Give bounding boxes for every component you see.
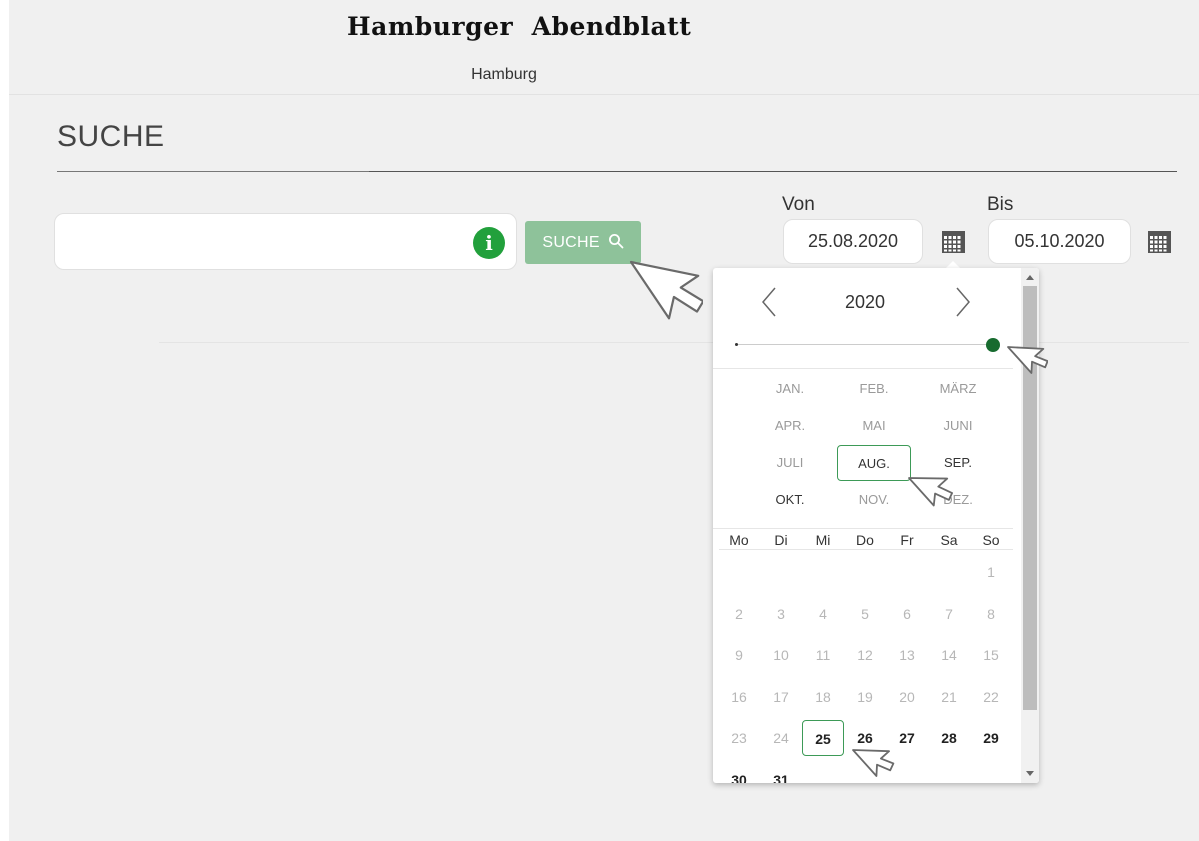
- calendar-day[interactable]: 5: [844, 596, 886, 632]
- weekday-label: Di: [774, 532, 788, 548]
- year-slider-track[interactable]: [737, 344, 993, 345]
- search-input[interactable]: [69, 224, 463, 260]
- pointer-cursor-icon: [852, 749, 895, 777]
- scroll-up-arrow-icon[interactable]: [1026, 275, 1034, 280]
- month-option[interactable]: JUNI: [921, 408, 995, 444]
- edition-city: Hamburg: [471, 66, 537, 83]
- info-icon[interactable]: i: [473, 227, 505, 259]
- weekday-label: Sa: [940, 532, 958, 548]
- month-option[interactable]: NOV.: [837, 482, 911, 518]
- month-option[interactable]: OKT.: [753, 482, 827, 518]
- page-title: SUCHE: [57, 120, 165, 153]
- month-option[interactable]: FEB.: [837, 371, 911, 407]
- calendar-day[interactable]: 12: [844, 637, 886, 673]
- weekday-label: Fr: [900, 532, 914, 548]
- calendar-day[interactable]: 20: [886, 679, 928, 715]
- weekday-label: So: [982, 532, 1000, 548]
- year-slider-start: [735, 343, 738, 346]
- date-from-label: Von: [782, 194, 815, 215]
- calendar-day[interactable]: 21: [928, 679, 970, 715]
- month-option[interactable]: MAI: [837, 408, 911, 444]
- calendar-day[interactable]: 19: [844, 679, 886, 715]
- calendar-day[interactable]: 18: [802, 679, 844, 715]
- picker-divider: [713, 528, 1013, 529]
- month-option[interactable]: APR.: [753, 408, 827, 444]
- calendar-day[interactable]: 25: [802, 720, 844, 756]
- calendar-icon-from[interactable]: [942, 231, 965, 253]
- calendar-day[interactable]: 10: [760, 637, 802, 673]
- pointer-cursor-icon: [629, 260, 703, 320]
- previous-year-chevron-icon[interactable]: [759, 286, 779, 318]
- page: Hamburger Abendblatt Hamburg SUCHE i SUC…: [9, 0, 1199, 841]
- logo-text: Hamburger Abendblatt: [347, 12, 692, 41]
- calendar-icon-to[interactable]: [1148, 231, 1171, 253]
- month-option[interactable]: JULI: [753, 445, 827, 481]
- calendar-day[interactable]: 28: [928, 720, 970, 756]
- calendar-day[interactable]: 22: [970, 679, 1012, 715]
- calendar-day[interactable]: 9: [718, 637, 760, 673]
- calendar-day[interactable]: 14: [928, 637, 970, 673]
- weekday-label: Mi: [815, 532, 831, 548]
- month-option[interactable]: JAN.: [753, 371, 827, 407]
- weekday-label: Mo: [729, 532, 749, 548]
- calendar-day[interactable]: 23: [718, 720, 760, 756]
- header-divider: [9, 94, 1199, 95]
- calendar-day[interactable]: 2: [718, 596, 760, 632]
- calendar-day[interactable]: 7: [928, 596, 970, 632]
- search-box: i: [54, 213, 517, 270]
- weekday-divider: [719, 549, 1013, 550]
- date-picker-popup: 2020 JAN. FEB. MÄRZ APR. MAI JUNI JULI AUG. SEP.…: [713, 268, 1039, 783]
- title-divider: [369, 171, 1177, 172]
- date-to-field[interactable]: 05.10.2020: [988, 219, 1131, 264]
- title-underline: [57, 171, 369, 172]
- scroll-down-arrow-icon[interactable]: [1026, 771, 1034, 776]
- calendar-day[interactable]: 6: [886, 596, 928, 632]
- picker-divider: [713, 368, 1013, 369]
- calendar-day[interactable]: 16: [718, 679, 760, 715]
- year-slider-thumb[interactable]: [986, 338, 1000, 352]
- calendar-day[interactable]: 30: [718, 762, 760, 784]
- pointer-cursor-icon: [908, 477, 953, 507]
- calendar-day[interactable]: 29: [970, 720, 1012, 756]
- calendar-day[interactable]: 4: [802, 596, 844, 632]
- calendar-day[interactable]: 11: [802, 637, 844, 673]
- weekday-label: Do: [856, 532, 874, 548]
- picker-year[interactable]: 2020: [825, 292, 905, 313]
- calendar-day[interactable]: 31: [760, 762, 802, 784]
- search-button-label: SUCHE: [542, 234, 600, 251]
- pointer-cursor-icon: [1007, 346, 1048, 374]
- calendar-day[interactable]: 15: [970, 637, 1012, 673]
- date-to-label: Bis: [987, 194, 1014, 215]
- calendar-day[interactable]: 1: [970, 554, 1012, 590]
- calendar-day[interactable]: 17: [760, 679, 802, 715]
- calendar-day[interactable]: 8: [970, 596, 1012, 632]
- site-logo[interactable]: Hamburger Abendblatt: [347, 12, 691, 41]
- month-option[interactable]: AUG.: [837, 445, 911, 481]
- search-icon: [608, 234, 624, 249]
- date-from-field[interactable]: 25.08.2020: [783, 219, 923, 264]
- calendar-day[interactable]: 13: [886, 637, 928, 673]
- calendar-day[interactable]: 3: [760, 596, 802, 632]
- month-option[interactable]: MÄRZ: [921, 371, 995, 407]
- next-year-chevron-icon[interactable]: [953, 286, 973, 318]
- calendar-day[interactable]: 24: [760, 720, 802, 756]
